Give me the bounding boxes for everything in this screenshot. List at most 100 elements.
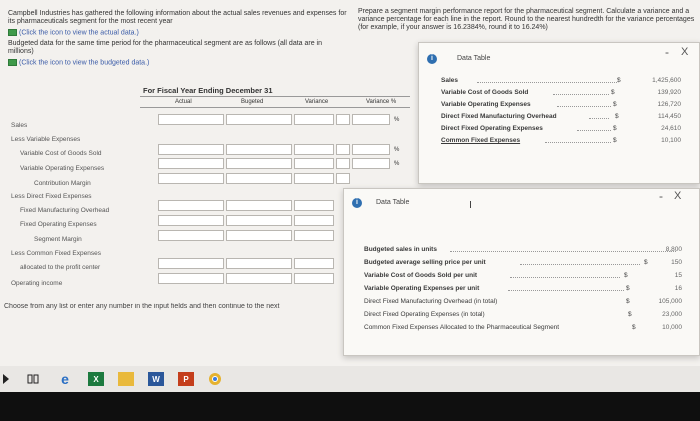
dt-value: 16 <box>674 285 682 292</box>
input-vcogs-budget[interactable] <box>226 144 292 155</box>
input-sm-variance[interactable] <box>294 230 334 241</box>
col-budgeted: Bugeted <box>241 99 264 105</box>
input-oi-actual[interactable] <box>158 273 224 284</box>
table-icon[interactable] <box>8 59 17 66</box>
data-table-popup-actual: i Data Table - X Sales $ 1,425,600 Varia… <box>418 42 700 184</box>
input-vcogs-variance[interactable] <box>294 144 334 155</box>
input-vcogs-actual[interactable] <box>158 144 224 155</box>
input-foe-variance[interactable] <box>294 215 334 226</box>
input-foe-budget[interactable] <box>226 215 292 226</box>
input-sales-variance[interactable] <box>294 114 334 125</box>
report-period: For Fiscal Year Ending December 31 <box>143 86 273 95</box>
dt-value: 1,425,600 <box>652 77 681 84</box>
row-label-var-cogs: Variable Cost of Goods Sold <box>20 150 102 157</box>
windows-icon[interactable] <box>2 372 12 386</box>
pct-sign: % <box>394 117 400 123</box>
close-button[interactable]: X <box>674 190 681 202</box>
taskbar <box>0 366 700 392</box>
input-cfe-budget[interactable] <box>226 258 292 269</box>
input-vopex-var-type[interactable] <box>336 158 350 169</box>
task-view-icon[interactable] <box>26 372 40 386</box>
input-vopex-var-pct[interactable] <box>352 158 390 169</box>
row-label-fixed-opex: Fixed Operating Expenses <box>20 221 97 228</box>
table-icon[interactable] <box>8 29 17 36</box>
info-icon: i <box>427 54 437 64</box>
minimize-button[interactable]: - <box>659 189 663 203</box>
input-cm-variance[interactable] <box>294 173 334 184</box>
input-oi-budget[interactable] <box>226 273 292 284</box>
input-sales-budget[interactable] <box>226 114 292 125</box>
input-vopex-budget[interactable] <box>226 158 292 169</box>
input-cm-var-type[interactable] <box>336 173 350 184</box>
row-label-operating-income: Operating income <box>11 280 63 287</box>
excel-icon[interactable]: X <box>88 372 104 386</box>
row-label-contribution: Contribution Margin <box>34 180 91 187</box>
input-sm-actual[interactable] <box>158 230 224 241</box>
file-explorer-icon[interactable] <box>118 372 134 386</box>
dt-currency: $ <box>611 89 615 96</box>
input-cfe-actual[interactable] <box>158 258 224 269</box>
budget-data-link[interactable]: (Click the icon to view the budgeted dat… <box>8 59 149 67</box>
input-fmo-variance[interactable] <box>294 200 334 211</box>
powerpoint-icon[interactable]: P <box>178 372 194 386</box>
input-sales-var-pct[interactable] <box>352 114 390 125</box>
pct-sign: % <box>394 147 400 153</box>
dt-value: 139,920 <box>657 89 682 96</box>
input-fmo-budget[interactable] <box>226 200 292 211</box>
col-variance-pct: Variance % <box>366 99 397 105</box>
dt-label: Variable Cost of Goods Sold per unit <box>364 272 478 279</box>
dt-value: 24,610 <box>661 125 681 132</box>
actual-data-link[interactable]: (Click the icon to view the actual data.… <box>8 29 139 37</box>
input-cm-actual[interactable] <box>158 173 224 184</box>
dt-currency: $ <box>624 272 628 279</box>
close-button[interactable]: X <box>681 46 688 58</box>
dt-value: 23,000 <box>662 311 682 318</box>
dt-currency: $ <box>617 77 621 84</box>
row-label-less-variable: Less Variable Expenses <box>11 136 81 143</box>
input-vcogs-var-type[interactable] <box>336 144 350 155</box>
input-oi-variance[interactable] <box>294 273 334 284</box>
col-variance: Variance <box>305 99 329 105</box>
input-cm-budget[interactable] <box>226 173 292 184</box>
budget-text: Budgeted data for the same time period f… <box>8 40 323 55</box>
input-vcogs-var-pct[interactable] <box>352 144 390 155</box>
dt-label: Variable Cost of Goods Sold <box>441 89 529 96</box>
dt-value: 126,720 <box>657 101 682 108</box>
data-table-popup-budgeted: i Data Table - X Budgeted sales in units… <box>343 188 700 356</box>
dt-value: 10,100 <box>661 137 681 144</box>
popup-title: Data Table <box>457 55 491 62</box>
input-cfe-variance[interactable] <box>294 258 334 269</box>
dt-leader <box>557 101 611 107</box>
input-vopex-actual[interactable] <box>158 158 224 169</box>
dt-currency: $ <box>613 137 617 144</box>
input-sales-actual[interactable] <box>158 114 224 125</box>
intro-text: Campbell Industries has gathered the fol… <box>8 10 347 25</box>
dt-currency: $ <box>613 101 617 108</box>
dt-leader <box>589 113 609 119</box>
chrome-icon[interactable] <box>208 372 222 386</box>
header-rule <box>140 96 410 97</box>
pct-sign: % <box>394 161 400 167</box>
bottom-bezel <box>0 392 700 421</box>
dt-label: Direct Fixed Manufacturing Overhead (in … <box>364 298 498 305</box>
input-sales-var-type[interactable] <box>336 114 350 125</box>
edge-icon[interactable]: e <box>58 371 72 387</box>
minimize-button[interactable]: - <box>665 45 669 59</box>
dt-value: 8,800 <box>665 246 682 253</box>
row-label-sales: Sales <box>11 122 28 129</box>
dt-currency: $ <box>632 324 636 331</box>
word-icon[interactable]: W <box>148 372 164 386</box>
input-foe-actual[interactable] <box>158 215 224 226</box>
input-sm-budget[interactable] <box>226 230 292 241</box>
col-actual: Actual <box>175 99 192 105</box>
dt-currency: $ <box>626 298 630 305</box>
dt-currency: $ <box>626 285 630 292</box>
dt-label: Budgeted sales in units <box>364 246 437 253</box>
input-fmo-actual[interactable] <box>158 200 224 211</box>
dt-label: Variable Operating Expenses <box>441 101 531 108</box>
dt-value: 10,000 <box>662 324 682 331</box>
dt-label: Common Fixed Expenses <box>441 137 521 144</box>
dt-label: Budgeted average selling price per unit <box>364 259 486 266</box>
input-vopex-variance[interactable] <box>294 158 334 169</box>
dt-label: Direct Fixed Operating Expenses <box>441 125 543 132</box>
